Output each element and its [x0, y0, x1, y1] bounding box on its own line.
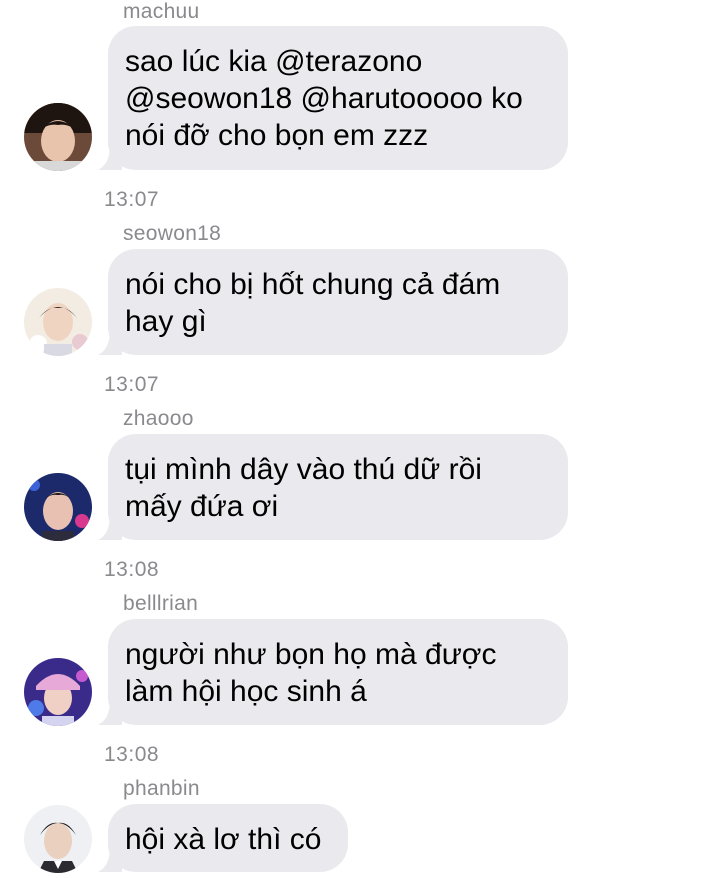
sender-name: seowon18 — [123, 222, 222, 245]
avatar-image — [24, 805, 92, 873]
sender-name: belllrian — [123, 592, 199, 615]
sender-name: machuu — [123, 0, 200, 23]
message-bubble[interactable]: người như bọn họ mà được làm hội học sin… — [108, 619, 568, 725]
message-bubble[interactable]: hội xà lơ thì có — [108, 804, 348, 872]
message-text-line: tụi mình dây vào thú dữ rồi — [125, 453, 482, 486]
avatar-image — [24, 473, 92, 541]
bubble-tail — [98, 514, 122, 540]
chat-thread: machuu sao lúc kia @terazono @seowon18 @… — [0, 0, 720, 878]
timestamp: 13:07 — [104, 188, 160, 211]
bubble-tail — [98, 699, 122, 725]
avatar-image — [24, 658, 92, 726]
message-text-line: nói cho bị hốt chung cả đám — [125, 268, 501, 301]
avatar[interactable] — [24, 473, 92, 541]
avatar-image — [24, 288, 92, 356]
bubble-tail — [98, 144, 122, 170]
bubble-tail — [98, 329, 122, 355]
message-text-line: @seowon18 @harutooooo ko — [125, 82, 523, 115]
sender-name: phanbin — [123, 777, 200, 800]
message-bubble[interactable]: nói cho bị hốt chung cả đám hay gì — [108, 249, 568, 355]
message-text-line: mấy đứa ơi — [125, 490, 279, 523]
avatar[interactable] — [24, 658, 92, 726]
bubble-tail — [98, 846, 122, 872]
message-text-line: hội xà lơ thì có — [125, 823, 322, 856]
avatar[interactable] — [24, 288, 92, 356]
message-bubble[interactable]: sao lúc kia @terazono @seowon18 @harutoo… — [108, 26, 568, 170]
message-text-line: người như bọn họ mà được — [125, 638, 497, 671]
sender-name: zhaooo — [123, 407, 194, 430]
avatar-image — [24, 103, 92, 171]
avatar[interactable] — [24, 805, 92, 873]
message-text-line: làm hội học sinh á — [125, 675, 367, 708]
avatar[interactable] — [24, 103, 92, 171]
message-text-line: sao lúc kia @terazono — [125, 45, 423, 78]
timestamp: 13:07 — [104, 373, 160, 396]
message-text-line: hay gì — [125, 305, 207, 338]
message-bubble[interactable]: tụi mình dây vào thú dữ rồi mấy đứa ơi — [108, 434, 568, 540]
timestamp: 13:08 — [104, 558, 160, 581]
timestamp: 13:08 — [104, 743, 160, 766]
message-text-line: nói đỡ cho bọn em zzz — [125, 119, 429, 152]
